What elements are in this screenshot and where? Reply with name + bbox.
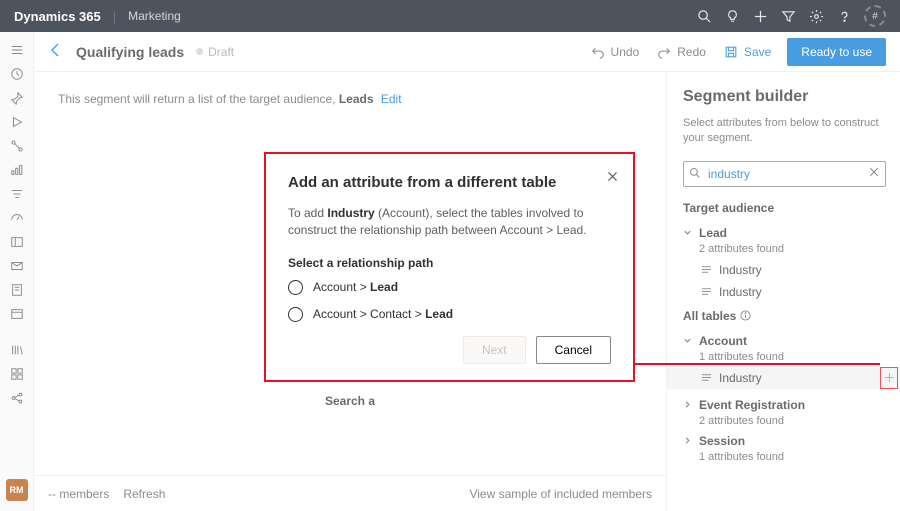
dialog-body: To add Industry (Account), select the ta… — [288, 205, 611, 240]
path-label: Select a relationship path — [288, 256, 611, 270]
add-attribute-dialog: Add an attribute from a different table … — [264, 152, 635, 382]
callout-line — [633, 363, 880, 365]
path-option-2[interactable]: Account > Contact > Lead — [288, 307, 611, 322]
next-button: Next — [463, 336, 526, 364]
close-icon[interactable] — [606, 170, 619, 186]
radio-icon — [288, 307, 303, 322]
dialog-footer: Next Cancel — [288, 336, 611, 364]
cancel-button[interactable]: Cancel — [536, 336, 611, 364]
path-option-1[interactable]: Account > Lead — [288, 280, 611, 295]
radio-icon — [288, 280, 303, 295]
dialog-title: Add an attribute from a different table — [288, 174, 611, 191]
